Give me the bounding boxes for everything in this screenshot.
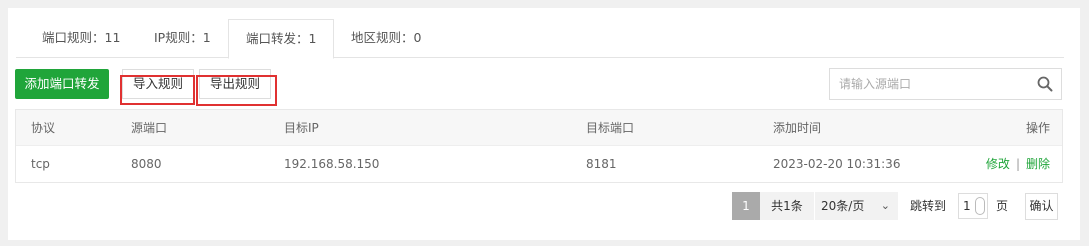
- cell-target-port: 8181: [586, 157, 617, 171]
- cell-target-ip: 192.168.58.150: [284, 157, 380, 171]
- page-size-select[interactable]: 20条/页 ⌄: [814, 192, 898, 220]
- cell-added-time: 2023-02-20 10:31:36: [773, 157, 901, 171]
- tab-bar: 端口规则：11 IP规则：1 端口转发：1 地区规则：0: [16, 19, 1064, 59]
- header-added-time: 添加时间: [773, 121, 822, 135]
- page-number-current[interactable]: 1: [732, 192, 760, 220]
- tab-ip-rules[interactable]: IP规则：1: [154, 19, 211, 58]
- page-size-value: 20条/页: [821, 199, 865, 213]
- jump-page-value: 1: [963, 199, 971, 213]
- header-target-port: 目标端口: [586, 121, 635, 135]
- chevron-down-icon: ⌄: [880, 199, 890, 212]
- jump-page-input[interactable]: 1: [958, 193, 988, 219]
- add-port-forwarding-button[interactable]: 添加端口转发: [15, 69, 109, 99]
- cell-source-port: 8080: [131, 157, 162, 171]
- tab-region-rules[interactable]: 地区规则：0: [351, 19, 421, 58]
- delete-link[interactable]: 删除: [1026, 157, 1050, 171]
- spinner-icon[interactable]: [975, 197, 985, 215]
- header-protocol: 协议: [31, 121, 56, 135]
- export-highlight-box: [196, 75, 277, 106]
- cell-actions: 修改 | 删除: [986, 146, 1050, 182]
- total-count: 共1条: [760, 192, 814, 220]
- header-actions: 操作: [1025, 121, 1050, 135]
- table-row: tcp 8080 192.168.58.150 8181 2023-02-20 …: [16, 146, 1062, 182]
- action-separator: |: [1015, 157, 1020, 171]
- header-source-port: 源端口: [131, 121, 168, 135]
- cell-protocol: tcp: [31, 157, 50, 171]
- confirm-jump-button[interactable]: 确认: [1025, 193, 1058, 220]
- port-forwarding-table: 协议 源端口 目标IP 目标端口 添加时间 操作 tcp 8080 192.16…: [15, 109, 1063, 183]
- search-icon[interactable]: [1037, 76, 1053, 92]
- table-header: 协议 源端口 目标IP 目标端口 添加时间 操作: [16, 110, 1062, 146]
- tab-port-forwarding[interactable]: 端口转发：1: [228, 19, 335, 59]
- page-unit-label: 页: [996, 199, 1009, 213]
- import-highlight-box: [120, 75, 195, 105]
- edit-link[interactable]: 修改: [986, 157, 1010, 171]
- source-port-search: [829, 68, 1062, 100]
- search-input[interactable]: [830, 69, 1020, 99]
- header-target-ip: 目标IP: [284, 121, 319, 135]
- jump-to-label: 跳转到: [910, 199, 947, 213]
- tab-port-rules[interactable]: 端口规则：11: [42, 19, 120, 58]
